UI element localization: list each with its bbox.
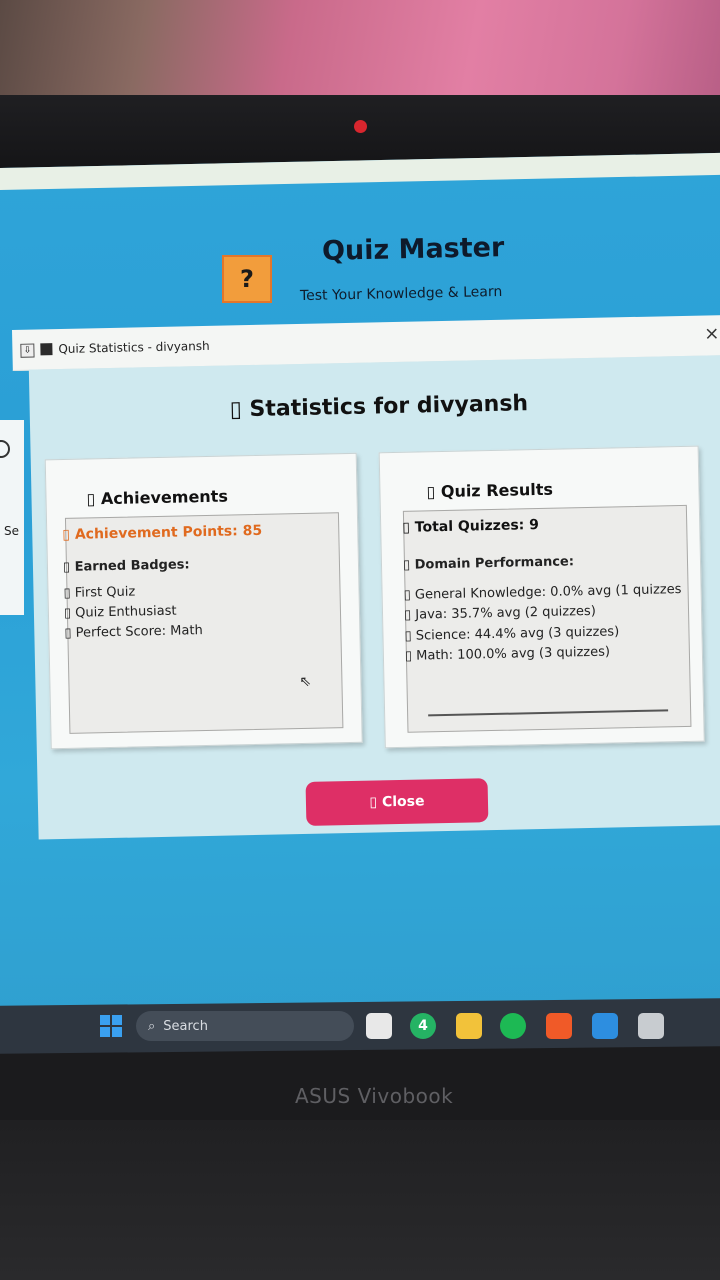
brave-browser-icon[interactable] <box>546 1013 572 1039</box>
java-app-icon: ⇩ <box>20 343 35 358</box>
badge-item: ▯ Quiz Enthusiast <box>63 603 177 621</box>
window-app-icon <box>40 343 53 356</box>
domain-item: ▯ Math: 100.0% avg (3 quizzes) <box>404 644 611 664</box>
achievements-card: ▯ Achievements ▯ Achievement Points: 85 … <box>44 452 363 750</box>
app-title: Quiz Master <box>321 232 505 267</box>
laptop-brand: ASUS Vivobook <box>295 1084 454 1108</box>
windows-start-icon[interactable] <box>100 1015 122 1037</box>
taskbar-search[interactable]: ⌕ Search <box>136 1011 354 1041</box>
statistics-heading: ▯ Statistics for divyansh <box>229 391 529 423</box>
earned-badges-label: ▯ Earned Badges: <box>62 557 190 575</box>
domain-item: ▯ Science: 44.4% avg (3 quizzes) <box>404 624 620 644</box>
notification-badge: 4 <box>418 1018 428 1034</box>
whatsapp-icon[interactable]: 4 <box>410 1013 436 1039</box>
quiz-results-title: ▯ Quiz Results <box>426 479 554 502</box>
quiz-results-text-area[interactable]: ▯ Total Quizzes: 9 ▯ Domain Performance:… <box>402 504 692 733</box>
achievements-title: ▯ Achievements <box>86 486 229 509</box>
search-icon: ⌕ <box>148 1018 156 1034</box>
mouse-cursor-icon: ⇖ <box>299 673 312 691</box>
file-explorer-icon[interactable] <box>456 1013 482 1039</box>
task-view-icon[interactable] <box>366 1013 392 1039</box>
domain-item: ▯ Java: 35.7% avg (2 quizzes) <box>403 603 596 623</box>
domain-performance-label: ▯ Domain Performance: <box>402 554 575 573</box>
statistics-window: ⇩ Quiz Statistics - divyansh × ▯ Statist… <box>12 314 720 840</box>
horizontal-scrollbar[interactable] <box>428 709 669 717</box>
vscode-icon[interactable] <box>592 1013 618 1039</box>
close-icon[interactable]: × <box>704 323 720 344</box>
search-label: Search <box>163 1018 208 1034</box>
window-content: ▯ Statistics for divyansh ▯ Achievements… <box>28 354 720 840</box>
domain-item: ▯ General Knowledge: 0.0% avg (1 quizzes <box>403 582 682 603</box>
total-quizzes: ▯ Total Quizzes: 9 <box>402 517 540 536</box>
achievement-points: ▯ Achievement Points: 85 <box>62 522 263 543</box>
window-title: Quiz Statistics - divyansh <box>58 338 210 357</box>
badge-item: ▯ Perfect Score: Math <box>64 623 203 641</box>
achievements-text-area[interactable]: ▯ Achievement Points: 85 ▯ Earned Badges… <box>62 512 344 734</box>
spotify-icon[interactable] <box>500 1013 526 1039</box>
quiz-results-card: ▯ Quiz Results ▯ Total Quizzes: 9 ▯ Doma… <box>378 445 705 749</box>
quiz-logo-icon: ? <box>222 255 272 303</box>
keyboard-area <box>0 1120 720 1280</box>
close-button[interactable]: ▯ Close <box>305 778 489 826</box>
webcam-light <box>354 120 367 133</box>
badge-item: ▯ First Quiz <box>63 584 136 601</box>
java-app-taskbar-icon[interactable] <box>638 1013 664 1039</box>
